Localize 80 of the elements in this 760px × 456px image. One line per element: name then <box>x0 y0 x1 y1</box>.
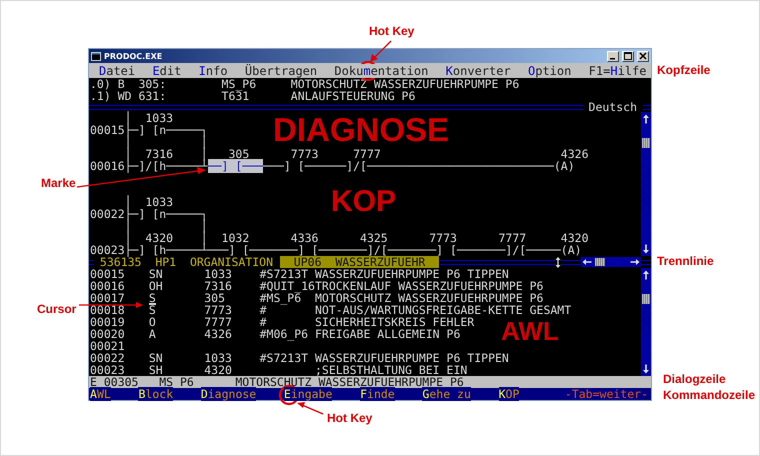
instruction-op: SN <box>148 268 163 280</box>
annotation-arrow <box>370 40 392 62</box>
menu-item[interactable]: Übertragen <box>244 64 318 78</box>
line-number: 00019 <box>90 317 126 327</box>
annotation-label: Dialogzeile <box>663 373 726 385</box>
comment-text: # NOT-AUS/WARTUNGSFREIGABE-KETTE GESAMT <box>260 305 572 315</box>
line-number: 00023 <box>90 365 126 375</box>
annotation-label: Marke <box>41 177 76 189</box>
maximize-button[interactable] <box>622 50 634 62</box>
instruction-op: A <box>148 328 156 340</box>
scrollbar-thumb[interactable] <box>595 258 605 266</box>
annotation-title: KOP <box>331 187 396 217</box>
down-arrow-icon <box>642 364 650 374</box>
operand: 7773 <box>204 305 233 315</box>
line-number: 00021 <box>90 341 126 351</box>
operand: 7777 <box>204 317 233 327</box>
operand: 1033 <box>204 269 233 279</box>
annotation-title: DIAGNOSE <box>273 113 450 146</box>
program-header-line: .0) B 305: MS_P6 MOTORSCHUTZ WASSERZUFUEHRPUMPE P6 <box>89 78 520 90</box>
comment-text: # SICHERHEITSKREIS FEHLER <box>260 317 474 327</box>
scrollbar-thumb[interactable] <box>642 294 650 304</box>
ladder-diagram-line: 00022├─] [n─────┐ <box>90 207 208 221</box>
up-arrow-icon <box>642 270 650 280</box>
status-field: UP06 WASSERZUFUEHR <box>280 256 440 268</box>
instruction-op: S <box>148 304 156 316</box>
tab-hint: -Tab=weiter- <box>564 388 649 400</box>
right-arrow-icon <box>630 258 640 266</box>
operand: 7316 <box>204 281 233 291</box>
maximize-icon <box>624 52 632 60</box>
comment-text: #S7213T WASSERZUFUEHRPUMPE P6 TIPPEN <box>260 353 509 363</box>
horizontal-scrollbar[interactable] <box>581 257 641 267</box>
close-icon <box>639 52 647 60</box>
instruction-op: SN <box>148 352 163 364</box>
ladder-diagram-line: 00016├─]/[h─────┴ <box>90 159 208 173</box>
console-icon <box>91 52 101 60</box>
line-number: 00015 <box>90 269 126 279</box>
comment-text: #S7213T WASSERZUFUEHRPUMPE P6 TIPPEN <box>260 269 509 279</box>
comment-text: ;SELBSTHALTUNG BEI EIN <box>314 365 468 375</box>
left-arrow-icon <box>582 258 592 266</box>
line-number: 00017 <box>90 293 126 303</box>
comment-text: #MS_P6 MOTORSCHUTZ WASSERZUFUEHRPUMPE P6 <box>260 293 544 303</box>
comment-text: #QUIT_16TROCKENLAUF WASSERZUFUEHRPUMPE P6 <box>260 281 544 291</box>
annotation-label: Hot Key <box>369 25 414 37</box>
minimize-button[interactable] <box>607 50 619 62</box>
instruction-op: S <box>148 292 156 304</box>
scrollbar-thumb[interactable] <box>642 138 650 148</box>
line-number: 00018 <box>90 305 126 315</box>
close-button[interactable] <box>637 50 649 62</box>
status-field: 536135 <box>93 256 148 268</box>
language-label: Deutsch <box>588 102 638 112</box>
instruction-op: O <box>148 316 156 328</box>
operand: 1033 <box>204 353 233 363</box>
up-arrow-icon <box>642 114 650 124</box>
annotation-label: Trennlinie <box>657 255 714 267</box>
operand: 4320 <box>204 365 233 375</box>
ladder-diagram-line: ───] [──────]/[───────────────────────────(A) <box>263 159 575 173</box>
window-title: PRODOC.EXE <box>104 52 162 60</box>
vertical-scrollbar[interactable] <box>641 112 651 256</box>
operand: 4326 <box>204 329 233 339</box>
down-arrow-icon <box>642 244 650 254</box>
operand: 305 <box>204 293 226 303</box>
status-field: ORGANISATION <box>183 256 280 268</box>
annotation-label: Kopfzeile <box>657 64 710 76</box>
up-down-arrow-icon <box>555 256 561 268</box>
annotation-label: Kommandozeile <box>663 389 756 401</box>
ladder-diagram-line: 00023├─] [h─────┴───] [───────] [───────]/[───────] [───────]/[─────(A) <box>90 243 582 257</box>
vertical-scrollbar[interactable] <box>641 268 651 376</box>
instruction-op: OH <box>148 280 163 292</box>
instruction-op: SH <box>148 364 163 376</box>
annotation-arrow <box>297 402 324 415</box>
line-number: 00020 <box>90 329 126 339</box>
annotation-label: Hot Key <box>327 412 372 424</box>
annotation-title: AWL <box>501 318 559 344</box>
line-number: 00016 <box>90 281 126 291</box>
annotation-label: Cursor <box>37 303 76 315</box>
comment-text: #M06_P6 FREIGABE ALLGEMEIN P6 <box>260 329 460 339</box>
line-number: 00022 <box>90 353 126 363</box>
ladder-diagram-line: 00015├─] [n─────┐ <box>90 123 208 137</box>
status-field: HP1 <box>148 256 184 268</box>
program-header-line: .1) WD 631: T631 ANLAUFSTEUERUNG P6 <box>89 90 416 102</box>
